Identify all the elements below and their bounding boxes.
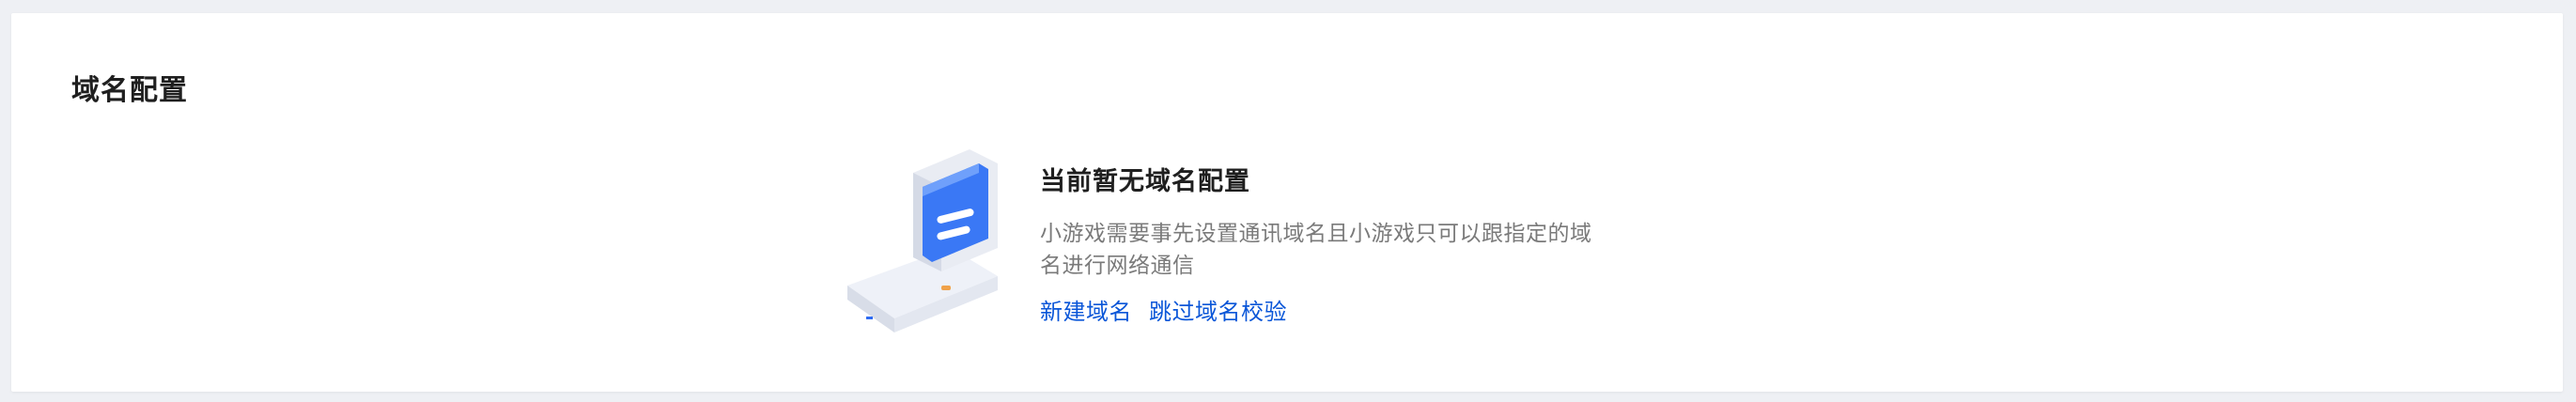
create-domain-link[interactable]: 新建域名	[1040, 295, 1132, 329]
empty-state: 当前暂无域名配置 小游戏需要事先设置通讯域名且小游戏只可以跟指定的域名进行网络通…	[1040, 163, 1651, 329]
empty-state-title: 当前暂无域名配置	[1040, 167, 1250, 196]
empty-state-description: 小游戏需要事先设置通讯域名且小游戏只可以跟指定的域名进行网络通信	[1040, 222, 1592, 278]
skip-domain-check-link[interactable]: 跳过域名校验	[1149, 295, 1287, 329]
page-title: 域名配置	[71, 74, 188, 107]
domain-config-panel: 域名配置 当前暂无域名配置 小游戏需要事先设置通讯域名且小游戏只可以跟指定的域名…	[11, 13, 2563, 392]
empty-state-actions: 新建域名 跳过域名校验	[1040, 295, 1651, 329]
server-monitor-icon	[838, 145, 1007, 351]
